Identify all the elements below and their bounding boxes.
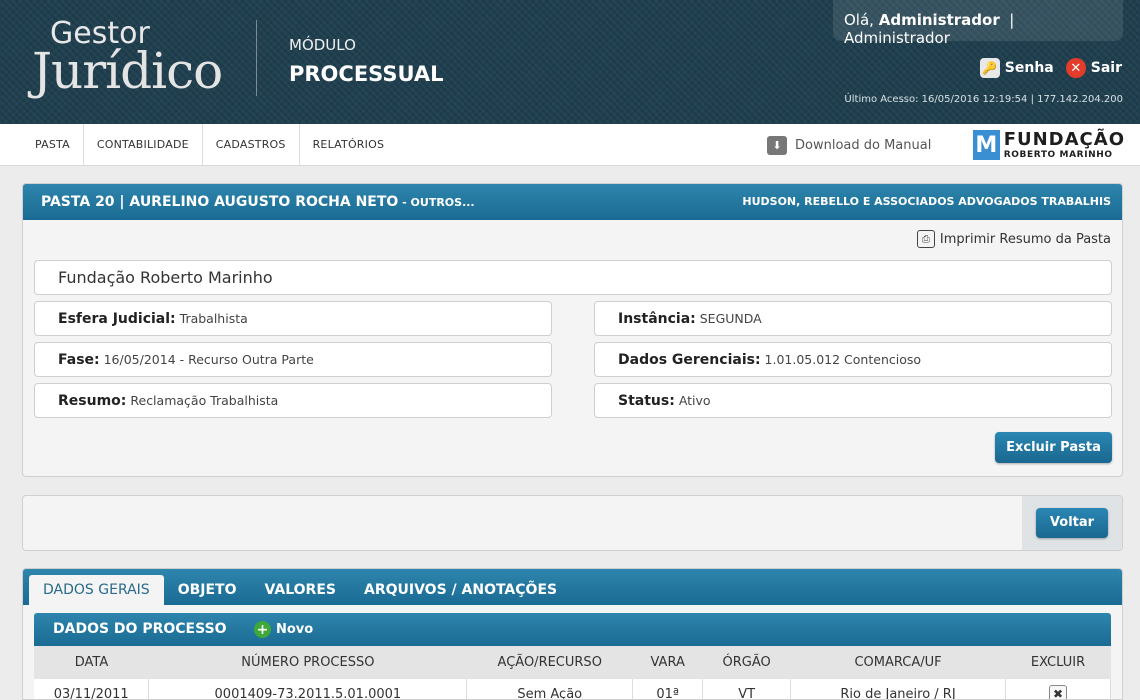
print-summary-label: Imprimir Resumo da Pasta [939, 231, 1111, 247]
fundacao-logo-mark: M [973, 130, 1000, 160]
fundacao-logo-text: FUNDAÇÃO ROBERTO MARINHO [1003, 128, 1125, 160]
client-name: Fundação Roberto Marinho [58, 268, 273, 287]
dados-gerenciais-label: Dados Gerenciais: [618, 352, 761, 368]
cell-excluir: ✖ [1005, 679, 1112, 699]
back-button[interactable]: Voltar [1036, 508, 1108, 538]
column-header: VARA [632, 646, 703, 679]
tab-bar: DADOS GERAIS OBJETO VALORES ARQUIVOS / A… [23, 569, 1122, 605]
user-role: Administrador [844, 29, 950, 47]
brand-line-2: ROBERTO MARINHO [1003, 149, 1113, 160]
nav-item-contabilidade[interactable]: CONTABILIDADE [84, 124, 203, 166]
cell-comarca-uf: Rio de Janeiro / RJ [790, 679, 1006, 699]
printer-icon: ⎙ [916, 230, 935, 248]
pasta-firm: HUDSON, REBELLO E ASSOCIADOS ADVOGADOS T… [742, 195, 1111, 208]
password-link[interactable]: 🔑 Senha [979, 58, 1054, 78]
nav-item-cadastros[interactable]: CADASTROS [203, 124, 300, 166]
column-header: AÇÃO/RECURSO [466, 646, 633, 679]
last-access-info: Último Acesso: 16/05/2016 12:19:54 | 177… [844, 94, 1123, 105]
processo-table: DATA NÚMERO PROCESSO AÇÃO/RECURSO VARA Ó… [34, 646, 1112, 699]
processo-header: DADOS DO PROCESSO + Novo [34, 613, 1111, 646]
pasta-header: PASTA 20 | AURELINO AUGUSTO ROCHA NETO -… [23, 184, 1122, 220]
download-icon: ⬇ [767, 136, 787, 155]
column-header: ÓRGÃO [702, 646, 791, 679]
cell-orgao: VT [702, 679, 792, 699]
delete-row-icon[interactable]: ✖ [1048, 685, 1067, 699]
column-header: COMARCA/UF [790, 646, 1006, 679]
tab-dados-gerais[interactable]: DADOS GERAIS [29, 575, 164, 605]
cell-acao-recurso: Sem Ação [466, 679, 634, 699]
fase-field: Fase: 16/05/2014 - Recurso Outra Parte [34, 342, 552, 377]
action-bar: Voltar [22, 495, 1123, 551]
instancia-label: Instância: [618, 311, 696, 327]
column-header: EXCLUIR [1005, 646, 1111, 679]
column-header: NÚMERO PROCESSO [148, 646, 467, 679]
brand-line-1: FUNDAÇÃO [1003, 128, 1125, 150]
new-processo-label: Novo [276, 622, 314, 637]
app-header: Gestor Jurídico MÓDULO PROCESSUAL Olá, A… [0, 0, 1140, 124]
password-link-label: Senha [1004, 60, 1054, 76]
user-name: Administrador [878, 11, 1000, 29]
logout-link-label: Sair [1090, 60, 1122, 76]
status-value: Ativo [678, 393, 711, 408]
module-name: PROCESSUAL [289, 62, 444, 86]
tab-valores[interactable]: VALORES [251, 575, 350, 605]
dados-gerenciais-field: Dados Gerenciais: 1.01.05.012 Contencios… [594, 342, 1112, 377]
details-section: DADOS GERAIS OBJETO VALORES ARQUIVOS / A… [22, 568, 1123, 700]
esfera-label: Esfera Judicial: [58, 311, 176, 327]
processo-title: DADOS DO PROCESSO [53, 621, 227, 637]
status-label: Status: [618, 393, 675, 409]
pasta-panel: PASTA 20 | AURELINO AUGUSTO ROCHA NETO -… [22, 183, 1123, 477]
header-divider [256, 20, 257, 96]
dados-gerenciais-value: 1.01.05.012 Contencioso [764, 352, 922, 367]
fase-value: 16/05/2014 - Recurso Outra Parte [103, 352, 314, 367]
plus-icon: + [254, 621, 271, 638]
delete-pasta-button[interactable]: Excluir Pasta [995, 432, 1112, 463]
fundacao-logo: M FUNDAÇÃO ROBERTO MARINHO [973, 129, 1125, 161]
cell-data: 03/11/2011 [34, 679, 150, 699]
main-nav: PASTA CONTABILIDADE CADASTROS RELATÓRIOS… [0, 124, 1140, 166]
fase-label: Fase: [58, 352, 100, 368]
pasta-title-suffix: - OUTROS... [398, 196, 475, 209]
table-row[interactable]: 03/11/2011 0001409-73.2011.5.01.0001 Sem… [34, 679, 1112, 699]
print-summary-link[interactable]: ⎙ Imprimir Resumo da Pasta [916, 230, 1111, 248]
key-icon: 🔑 [979, 58, 1000, 78]
cell-numero-processo: 0001409-73.2011.5.01.0001 [148, 679, 468, 699]
nav-item-pasta[interactable]: PASTA [22, 124, 84, 166]
download-manual-link[interactable]: ⬇ Download do Manual [767, 136, 931, 155]
pasta-title-main: PASTA 20 | AURELINO AUGUSTO ROCHA NETO [41, 194, 399, 210]
nav-menu: PASTA CONTABILIDADE CADASTROS RELATÓRIOS [22, 124, 397, 166]
esfera-field: Esfera Judicial: Trabalhista [34, 301, 552, 336]
column-header: DATA [34, 646, 149, 679]
status-field: Status: Ativo [594, 383, 1112, 418]
new-processo-button[interactable]: + Novo [254, 621, 313, 638]
download-manual-label: Download do Manual [795, 138, 932, 153]
cell-vara: 01ª [632, 679, 704, 699]
esfera-value: Trabalhista [179, 311, 248, 326]
user-separator: | [1004, 11, 1020, 29]
resumo-label: Resumo: [58, 393, 127, 409]
pasta-title: PASTA 20 | AURELINO AUGUSTO ROCHA NETO -… [41, 194, 475, 210]
module-label: MÓDULO [289, 36, 356, 54]
tab-arquivos-anotacoes[interactable]: ARQUIVOS / ANOTAÇÕES [350, 575, 571, 605]
close-circle-icon: ✕ [1065, 58, 1086, 78]
user-greeting: Olá, Administrador | Administrador [833, 0, 1123, 47]
instancia-value: SEGUNDA [699, 311, 762, 326]
header-links: 🔑 Senha ✕ Sair [979, 58, 1122, 78]
logo-main-text: Jurídico [32, 42, 223, 100]
logout-link[interactable]: ✕ Sair [1065, 58, 1122, 78]
table-header-row: DATA NÚMERO PROCESSO AÇÃO/RECURSO VARA Ó… [34, 646, 1111, 679]
client-field: Fundação Roberto Marinho [34, 260, 1112, 295]
resumo-field: Resumo: Reclamação Trabalhista [34, 383, 552, 418]
instancia-field: Instância: SEGUNDA [594, 301, 1112, 336]
tab-objeto[interactable]: OBJETO [164, 575, 251, 605]
greeting-text: Olá, [844, 11, 874, 29]
nav-item-relatorios[interactable]: RELATÓRIOS [300, 124, 398, 166]
resumo-value: Reclamação Trabalhista [130, 393, 279, 408]
